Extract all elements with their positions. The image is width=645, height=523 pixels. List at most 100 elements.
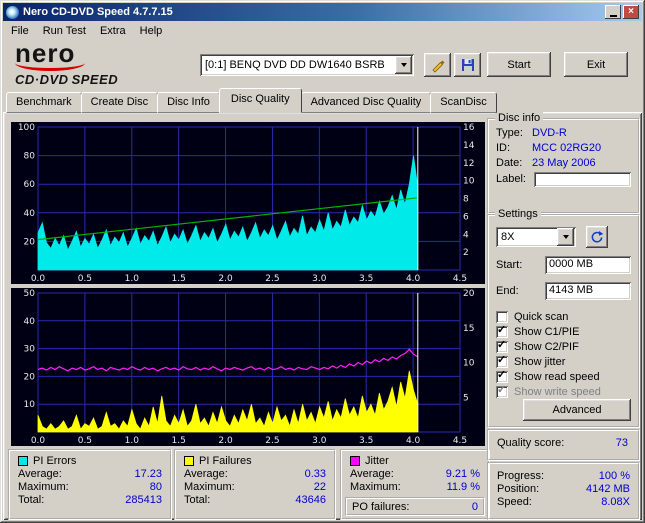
svg-text:30: 30 [24, 345, 36, 355]
tab-bar: Benchmark Create Disc Disc Info Disc Qualit… [6, 88, 497, 113]
checkbox-label: Show C1/PIE [514, 325, 580, 338]
stat-label: Total: [18, 494, 45, 506]
checkbox-show-jitter[interactable]: ✓ Show jitter [496, 354, 638, 369]
tab-disc-info[interactable]: Disc Info [157, 92, 220, 113]
save-button[interactable] [454, 53, 481, 77]
close-button[interactable]: × [623, 5, 639, 19]
drive-selector-value: [0:1] BENQ DVD DD DW1640 BSRB [205, 59, 385, 71]
checkbox-show-c2-pif[interactable]: ✓ Show C2/PIF [496, 339, 638, 354]
svg-text:15: 15 [463, 324, 474, 334]
app-window: Nero CD-DVD Speed 4.7.7.15 × File Run Tes… [0, 0, 645, 523]
stat-value: 4142 MB [585, 483, 630, 495]
info-label: Date: [496, 157, 523, 169]
pi-errors-title: PI Errors [33, 455, 77, 467]
start-button[interactable]: Start [487, 52, 551, 77]
info-label: Type: [496, 127, 523, 139]
drive-selector[interactable]: [0:1] BENQ DVD DD DW1640 BSRB [200, 54, 414, 76]
stat-value: 22 [313, 481, 326, 493]
checkbox-box[interactable]: ✓ [496, 339, 508, 353]
jitter-header: Jitter [342, 451, 488, 467]
svg-text:3.0: 3.0 [312, 436, 327, 446]
stat-label: Speed: [497, 496, 532, 508]
stat-row: Maximum: 11.9 % [342, 480, 488, 493]
titlebar[interactable]: Nero CD-DVD Speed 4.7.7.15 × [3, 3, 642, 21]
svg-text:2.0: 2.0 [218, 436, 233, 446]
checkbox-quick-scan[interactable]: Quick scan [496, 309, 638, 324]
start-position-row: Start: 0000 MB [489, 248, 638, 274]
menu-file[interactable]: File [4, 23, 36, 39]
svg-text:4: 4 [463, 230, 469, 240]
refresh-button[interactable] [586, 226, 608, 248]
pi-errors-swatch [18, 456, 28, 466]
pi-failures-jitter-chart: 10 20 30 40 50 5 10 15 20 0.0 0.5 1.0 1.5 2.0 2.5 3.0 3.… [11, 288, 485, 446]
jitter-swatch [350, 456, 360, 466]
svg-text:40: 40 [24, 209, 36, 219]
checkbox-show-c1-pie[interactable]: ✓ Show C1/PIE [496, 324, 638, 339]
checkbox-box[interactable] [496, 310, 508, 323]
svg-text:1.5: 1.5 [172, 436, 186, 446]
speed-dropdown[interactable] [557, 228, 574, 246]
svg-text:1.0: 1.0 [125, 436, 140, 446]
end-position-field[interactable]: 4143 MB [545, 282, 631, 300]
advanced-button[interactable]: Advanced [523, 399, 631, 421]
checkbox-box[interactable]: ✓ [496, 384, 508, 398]
pi-errors-header: PI Errors [10, 451, 170, 467]
info-value: DVD-R [532, 127, 567, 139]
checkbox-box[interactable]: ✓ [496, 368, 508, 383]
minimize-button[interactable] [605, 5, 621, 19]
save-icon [461, 59, 474, 71]
stat-value: 285413 [125, 494, 162, 506]
svg-text:40: 40 [24, 317, 36, 327]
stat-value: 0.33 [304, 468, 326, 480]
chevron-down-icon [562, 235, 569, 239]
disc-info-title: Disc info [495, 112, 544, 124]
menu-extra[interactable]: Extra [93, 23, 133, 39]
stat-value: 8.08X [601, 496, 630, 508]
menu-help[interactable]: Help [133, 23, 170, 39]
checkbox-box[interactable]: ✓ [496, 323, 508, 338]
svg-text:14: 14 [463, 141, 475, 151]
content-panel: 20 40 60 80 100 2 4 6 8 10 12 14 16 0.0 0.5 1.0 1.5 2.0 2.… [3, 112, 642, 520]
pi-failures-jitter-chart-svg: 10 20 30 40 50 5 10 15 20 0.0 0.5 1.0 1.5 2.0 2.5 3.0 3.… [11, 288, 485, 446]
check-icon: ✓ [497, 323, 507, 336]
check-icon: ✓ [497, 368, 507, 381]
stat-label: Average: [350, 468, 394, 480]
tab-disc-quality[interactable]: Disc Quality [218, 88, 302, 113]
svg-text:2.5: 2.5 [265, 436, 279, 446]
tab-create-disc[interactable]: Create Disc [80, 92, 159, 113]
quality-score-value: 73 [615, 437, 628, 449]
svg-text:4.5: 4.5 [453, 274, 467, 284]
pi-failures-swatch [184, 456, 194, 466]
speed-selector[interactable]: 8X [496, 227, 576, 247]
stat-value: 9.21 % [445, 468, 480, 480]
svg-text:4.5: 4.5 [453, 436, 467, 446]
nero-logo: nero CD·DVD SPEED [15, 40, 190, 89]
tab-benchmark[interactable]: Benchmark [6, 92, 82, 113]
scan-speed-row: 8X [489, 216, 638, 248]
speed-text: SPEED [71, 72, 119, 87]
menu-run-test[interactable]: Run Test [36, 23, 93, 39]
disc-info-group: Disc info Type: DVD-R ID: MCC 02RG20 Date: 23… [487, 112, 640, 214]
exit-button[interactable]: Exit [564, 52, 628, 77]
start-position-label: Start: [496, 259, 523, 271]
po-failures-value: 0 [471, 500, 478, 513]
quality-score-group: Quality score: 73 [487, 429, 640, 461]
product-wordmark: CD·DVD SPEED [15, 72, 190, 87]
svg-text:20: 20 [24, 372, 36, 382]
tab-advanced-disc-quality[interactable]: Advanced Disc Quality [300, 92, 432, 113]
checkbox-show-write-speed[interactable]: ✓ Show write speed [496, 384, 638, 399]
write-icon [431, 60, 444, 73]
checkbox-label: Show write speed [514, 385, 601, 398]
checkbox-show-read-speed[interactable]: ✓ Show read speed [496, 369, 638, 384]
drive-selector-dropdown[interactable] [395, 56, 412, 74]
write-test-button[interactable] [424, 53, 451, 77]
disc-label-field[interactable] [534, 172, 631, 187]
svg-text:50: 50 [24, 289, 36, 299]
start-position-field[interactable]: 0000 MB [545, 256, 631, 274]
tab-scandisc[interactable]: ScanDisc [430, 92, 497, 113]
info-label: Label: [496, 173, 526, 185]
checkbox-box[interactable]: ✓ [496, 354, 508, 368]
svg-text:1.5: 1.5 [172, 274, 186, 284]
quality-score-row: Quality score: 73 [489, 431, 638, 449]
svg-text:10: 10 [463, 177, 475, 187]
